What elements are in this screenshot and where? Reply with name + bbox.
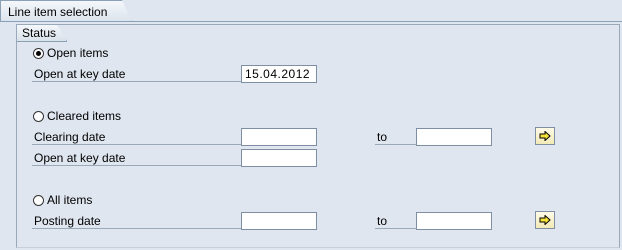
open-key-date-input[interactable]: 15.04.2012: [241, 65, 317, 83]
posting-date-to-input[interactable]: [416, 212, 492, 230]
cleared-key-date-input[interactable]: [241, 149, 317, 167]
radio-unselected-icon: [33, 110, 44, 122]
tab-divider: [0, 21, 622, 22]
posting-date-multiple-selection-button[interactable]: [535, 211, 555, 229]
cleared-key-date-label: Open at key date: [32, 150, 241, 166]
cleared-items-radio[interactable]: Cleared items: [33, 108, 121, 124]
clearing-date-multiple-selection-button[interactable]: [535, 127, 555, 145]
clearing-date-to-input[interactable]: [416, 128, 492, 146]
all-items-radio[interactable]: All items: [33, 192, 92, 208]
all-items-label: All items: [47, 193, 93, 207]
open-items-radio[interactable]: Open items: [33, 45, 108, 61]
radio-selected-icon: [33, 47, 44, 59]
status-title-underline: [17, 41, 67, 42]
posting-date-label: Posting date: [32, 213, 241, 229]
radio-unselected-icon: [33, 194, 44, 206]
tab-line-item-selection[interactable]: Line item selection: [0, 0, 132, 22]
posting-date-from-input[interactable]: [241, 212, 317, 230]
tab-label: Line item selection: [8, 4, 108, 19]
clearing-date-label: Clearing date: [32, 129, 241, 145]
arrow-right-icon: [539, 215, 551, 225]
posting-date-to-label: to: [375, 213, 416, 229]
cleared-items-label: Cleared items: [47, 109, 122, 123]
open-key-date-label: Open at key date: [32, 66, 241, 82]
open-items-label: Open items: [47, 46, 109, 60]
clearing-date-from-input[interactable]: [241, 128, 317, 146]
clearing-date-to-label: to: [375, 129, 416, 145]
arrow-right-icon: [539, 131, 551, 141]
